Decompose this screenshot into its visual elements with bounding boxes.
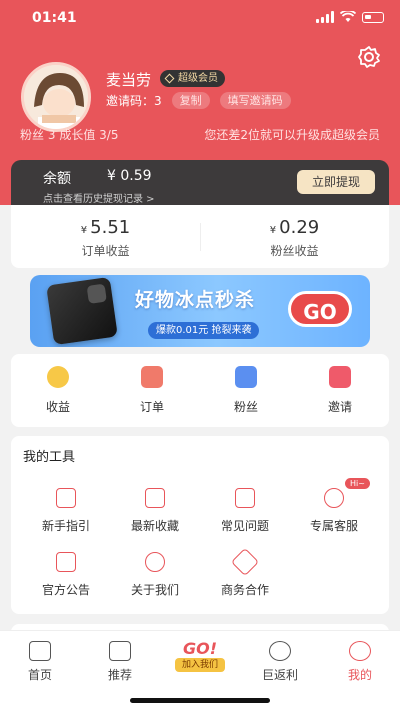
announcement-icon: [56, 552, 76, 572]
join-us-label: 加入我们: [175, 658, 225, 672]
battery-icon: [362, 11, 384, 23]
growth-label: 成长值: [59, 128, 96, 142]
tool-support-label: 专属客服: [309, 519, 358, 533]
signal-icon: [316, 11, 334, 23]
handshake-icon: [230, 547, 260, 577]
diamond-icon: [164, 73, 175, 84]
quick-orders-label: 订单: [139, 400, 164, 414]
tool-about-label: 关于我们: [130, 583, 179, 597]
fans-income-label: 粉丝收益: [270, 244, 319, 258]
stats-row: 粉丝 3 成长值 3/5 您还差2位就可以升级成超级会员: [20, 126, 380, 143]
coin-icon: [47, 366, 69, 388]
tool-announcement-label: 官方公告: [41, 583, 90, 597]
banner-subtitle: 爆款0.01元 抢裂来袭: [148, 322, 260, 339]
status-bar: 01:41: [0, 8, 400, 30]
banner-go-button: GO: [288, 291, 352, 327]
fill-invite-button[interactable]: 填写邀请码: [219, 92, 291, 109]
invite-icon: [329, 366, 351, 388]
tool-guide[interactable]: 新手指引: [22, 488, 110, 534]
tab-home[interactable]: 首页: [0, 641, 80, 683]
invite-code: 邀请码：3: [106, 94, 162, 108]
faq-icon: [235, 488, 255, 508]
tab-mine-label: 我的: [347, 668, 372, 682]
growth-value: 3/5: [99, 128, 119, 142]
flash-sale-banner[interactable]: 好物冰点秒杀 爆款0.01元 抢裂来袭 GO: [30, 275, 370, 347]
user-name: 麦当劳: [106, 71, 152, 89]
currency-symbol: ¥: [80, 225, 88, 236]
tool-favorites[interactable]: 最新收藏: [111, 488, 199, 534]
tab-home-label: 首页: [27, 668, 52, 682]
tab-mine[interactable]: 我的: [320, 641, 400, 683]
wifi-icon: [340, 11, 356, 22]
copy-button[interactable]: 复制: [171, 92, 210, 109]
phone-image: [46, 276, 118, 346]
fans-income-value: 0.29: [279, 217, 320, 238]
upgrade-tip: 您还差2位就可以升级成超级会员: [204, 128, 380, 142]
tool-business-label: 商务合作: [220, 583, 269, 597]
quick-income[interactable]: 收益: [11, 366, 105, 415]
quick-invite[interactable]: 邀请: [293, 366, 387, 415]
order-icon: [141, 366, 163, 388]
book-icon: [109, 641, 131, 661]
withdraw-button[interactable]: 立即提现: [297, 170, 375, 194]
fans-income[interactable]: ¥0.29 粉丝收益: [200, 217, 389, 259]
fans-icon: [235, 366, 257, 388]
tab-join-us[interactable]: GO! 加入我们: [170, 639, 230, 675]
fans-label: 粉丝: [20, 128, 45, 142]
quick-orders[interactable]: 订单: [105, 366, 199, 415]
home-icon: [29, 641, 51, 661]
invite-row: 邀请码：3 复制 填写邀请码: [106, 92, 291, 109]
headset-icon: [324, 488, 344, 508]
guide-icon: [56, 488, 76, 508]
quick-fans[interactable]: 粉丝: [199, 366, 293, 415]
currency-symbol: ¥: [269, 225, 277, 236]
avatar[interactable]: [21, 62, 91, 132]
balance-label: 余额: [43, 171, 71, 187]
vip-badge-label: 超级会员: [178, 73, 218, 84]
banner-title: 好物冰点秒杀: [135, 289, 256, 311]
tool-business[interactable]: 商务合作: [201, 547, 289, 598]
tool-faq[interactable]: 常见问题: [201, 488, 289, 534]
tool-announcement[interactable]: 官方公告: [22, 552, 110, 598]
balance-card: 余额 ¥ 0.59 点击查看历史提现记录 > 立即提现: [11, 160, 389, 205]
vip-badge: 超级会员: [160, 70, 225, 87]
go-logo: GO!: [182, 639, 218, 658]
tool-faq-label: 常见问题: [220, 519, 269, 533]
status-time: 01:41: [32, 10, 77, 26]
tool-guide-label: 新手指引: [41, 519, 90, 533]
order-income-value: 5.51: [90, 217, 131, 238]
income-card: ¥5.51 订单收益 ¥0.29 粉丝收益: [11, 205, 389, 268]
quick-fans-label: 粉丝: [233, 400, 258, 414]
my-tools-card: 我的工具 新手指引 最新收藏 常见问题 Hi~ 专属客服 官方公告 关于我们 商…: [11, 436, 389, 614]
hi-badge: Hi~: [345, 478, 370, 489]
tab-rebate-label: 巨返利: [261, 668, 298, 682]
tab-recommend-label: 推荐: [107, 668, 132, 682]
balance-amount: ¥ 0.59: [107, 168, 152, 184]
yen-coin-icon: [269, 641, 291, 661]
order-income-label: 订单收益: [81, 244, 130, 258]
withdraw-history-link[interactable]: 点击查看历史提现记录 >: [43, 190, 155, 205]
quick-invite-label: 邀请: [327, 400, 352, 414]
tab-rebate[interactable]: 巨返利: [240, 641, 320, 683]
tools-title: 我的工具: [23, 450, 76, 465]
fans-count: 3: [47, 128, 56, 142]
info-icon: [145, 552, 165, 572]
quick-income-label: 收益: [45, 400, 70, 414]
status-icons: [316, 11, 384, 23]
tab-recommend[interactable]: 推荐: [80, 641, 160, 683]
star-icon: [145, 488, 165, 508]
tool-favorites-label: 最新收藏: [130, 519, 179, 533]
user-icon: [349, 641, 371, 661]
home-indicator: [130, 698, 270, 703]
quick-actions: 收益 订单 粉丝 邀请: [11, 354, 389, 427]
settings-gear-icon[interactable]: [357, 45, 381, 69]
tool-support[interactable]: Hi~ 专属客服: [290, 478, 378, 534]
order-income[interactable]: ¥5.51 订单收益: [11, 217, 200, 259]
tool-about[interactable]: 关于我们: [111, 552, 199, 598]
